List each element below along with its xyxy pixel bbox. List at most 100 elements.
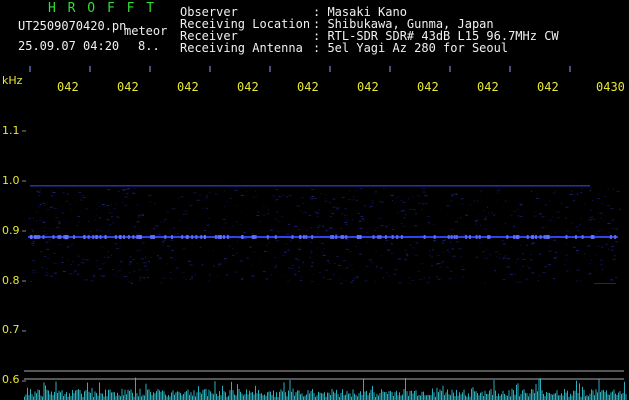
noise-speck [336, 207, 340, 209]
activity-bar [589, 393, 591, 400]
noise-speck [81, 258, 85, 260]
activity-bar [123, 395, 124, 400]
noise-speck [415, 213, 418, 215]
noise-speck [74, 273, 76, 275]
noise-speck [475, 223, 477, 225]
noise-speck [552, 192, 556, 194]
noise-speck [450, 270, 453, 272]
noise-speck [341, 196, 345, 198]
noise-speck [236, 221, 238, 223]
activity-bar [312, 389, 313, 400]
noise-speck [378, 218, 381, 219]
noise-speck [343, 260, 346, 261]
noise-speck [332, 274, 335, 275]
noise-speck [224, 222, 228, 224]
noise-speck [120, 244, 121, 246]
noise-speck [418, 202, 421, 204]
noise-speck [590, 216, 593, 218]
noise-speck [537, 280, 539, 282]
noise-speck [491, 271, 493, 273]
noise-speck [482, 251, 485, 252]
noise-speck [200, 221, 202, 223]
noise-speck [324, 200, 328, 202]
noise-speck [588, 218, 590, 220]
activity-bar [340, 392, 342, 400]
activity-bar [201, 393, 202, 400]
activity-bar [451, 389, 453, 400]
noise-speck [171, 249, 174, 251]
noise-speck [117, 191, 120, 193]
noise-speck [160, 221, 162, 223]
noise-speck [322, 254, 326, 256]
carrier-highlight [291, 235, 294, 239]
noise-speck [322, 225, 325, 227]
noise-speck [437, 254, 440, 256]
noise-speck [275, 264, 277, 266]
noise-speck [595, 268, 597, 270]
noise-speck [398, 282, 402, 284]
activity-bar [612, 391, 613, 400]
noise-speck [531, 243, 534, 245]
noise-speck [141, 242, 145, 244]
noise-speck [266, 278, 268, 280]
activity-bar [273, 390, 274, 400]
noise-speck [181, 272, 185, 274]
carrier-highlight [119, 235, 122, 239]
noise-speck [412, 247, 415, 249]
noise-speck [269, 229, 273, 231]
activity-bar [247, 394, 249, 400]
noise-speck [349, 190, 351, 192]
noise-speck [290, 240, 292, 242]
activity-bar [348, 393, 349, 400]
noise-speck [317, 226, 320, 228]
carrier-highlight [478, 235, 481, 239]
noise-speck [133, 270, 136, 272]
noise-speck [169, 231, 171, 232]
noise-speck [424, 233, 426, 235]
noise-speck [380, 226, 382, 228]
noise-speck [531, 191, 532, 192]
freq-unit-label: kHz [2, 74, 23, 87]
noise-speck [217, 275, 219, 276]
noise-speck [332, 228, 335, 230]
noise-speck [571, 222, 573, 224]
activity-bar [205, 388, 207, 400]
noise-speck [542, 272, 546, 273]
noise-speck [556, 211, 560, 213]
noise-speck [607, 222, 611, 224]
noise-speck [42, 202, 46, 204]
carrier-highlight [513, 235, 515, 239]
noise-speck [513, 211, 517, 213]
noise-speck [437, 278, 441, 280]
noise-speck [572, 246, 576, 248]
activity-bar [414, 391, 415, 400]
activity-bar [421, 391, 423, 400]
noise-speck [241, 277, 244, 279]
noise-speck [262, 271, 266, 273]
noise-speck [263, 213, 266, 215]
noise-speck [322, 276, 325, 278]
noise-speck [170, 239, 174, 241]
activity-bar [255, 385, 256, 400]
activity-bar [36, 393, 37, 400]
noise-speck [345, 214, 348, 216]
noise-speck [363, 220, 365, 222]
noise-speck [452, 258, 454, 260]
activity-bar [487, 394, 489, 400]
noise-speck [32, 272, 35, 274]
activity-bar [174, 394, 175, 400]
noise-speck [182, 213, 184, 215]
noise-speck [485, 258, 488, 259]
activity-bar [175, 392, 177, 400]
noise-speck [539, 253, 542, 255]
noise-speck [357, 241, 359, 243]
activity-bar [429, 395, 430, 400]
noise-speck [331, 212, 335, 214]
noise-speck [483, 210, 485, 212]
activity-bar [225, 392, 226, 400]
noise-speck [118, 270, 121, 272]
noise-speck [565, 244, 567, 245]
noise-speck [484, 228, 487, 230]
activity-bar [475, 391, 477, 400]
noise-speck [320, 192, 322, 194]
